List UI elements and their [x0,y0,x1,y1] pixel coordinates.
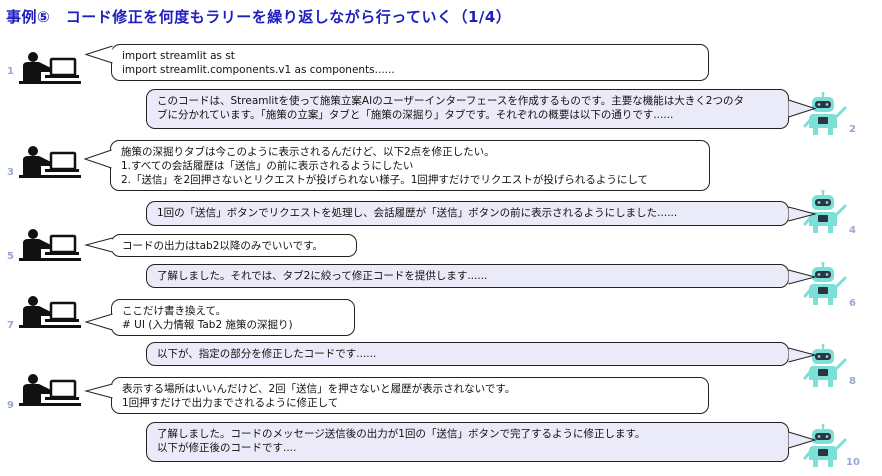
message-line: 以下が、指定の部分を修正したコードです...... [157,348,377,360]
ai-speech-bubble: 1回の「送信」ボタンでリクエストを処理し、会話履歴が「送信」ボタンの前に表示され… [146,201,789,226]
bubble-tail [83,149,112,169]
user-speech-bubble: 施策の深掘りタブは今このように表示されるんだけど、以下2点を修正したい。 1.す… [110,140,710,191]
message-line: 表示する場所はいいんだけど、2回「送信」を押さないと履歴が表示されないです。 [122,383,516,395]
person-at-laptop-icon [19,146,81,178]
message-line: import streamlit.components.v1 as compon… [122,64,395,76]
person-at-laptop-icon [19,229,81,261]
message-line: 了解しました。それでは、タブ2に絞って修正コードを提供します...... [157,270,488,282]
bubble-tail [84,237,113,253]
message-line: 1.すべての会話履歴は「送信」の前に表示されるようにしたい [121,160,414,172]
bubble-tail [788,431,817,449]
user-speech-bubble: コードの出力はtab2以降のみでいいです。 [111,234,357,257]
page-title: 事例⑤ コード修正を何度もラリーを繰り返しながら行っていく（1/4） [6,8,512,26]
message-number: 4 [849,225,856,236]
message-line: ここだけ書き換えて。 [122,305,227,317]
message-number: 10 [846,457,860,468]
message-number: 3 [7,167,14,178]
bubble-tail [84,313,113,331]
user-speech-bubble: ここだけ書き換えて。 # UI (入力情報 Tab2 施策の深掘り) [111,299,355,336]
message-line: 施策の深掘りタブは今このように表示されるんだけど、以下2点を修正したい。 [121,146,495,158]
user-speech-bubble: import streamlit as st import streamlit.c… [111,44,709,81]
person-at-laptop-icon [19,374,81,406]
ai-speech-bubble: このコードは、Streamlitを使って施策立案AIのユーザーインターフェースを… [146,89,789,129]
message-line: コードの出力はtab2以降のみでいいです。 [122,240,324,252]
message-line: import streamlit as st [122,50,235,62]
ai-speech-bubble: 了解しました。コードのメッセージ送信後の出力が1回の「送信」ボタンで完了するよう… [146,422,789,462]
message-number: 9 [7,400,14,411]
user-speech-bubble: 表示する場所はいいんだけど、2回「送信」を押さないと履歴が表示されないです。 1回… [111,377,709,414]
message-line: # UI (入力情報 Tab2 施策の深掘り) [122,319,293,331]
bubble-tail [788,347,817,363]
bubble-tail [788,99,817,118]
message-line: 1回押すだけで出力までされるように修正して [122,397,339,409]
message-line: 了解しました。コードのメッセージ送信後の出力が1回の「送信」ボタンで完了するよう… [157,428,646,440]
message-line: 以下が修正後のコードです.... [157,442,297,454]
message-number: 8 [849,376,856,387]
message-line: 2.「送信」を2回押さないとリクエストが投げられない様子。1回押すだけでリクエス… [121,174,649,186]
message-number: 1 [7,66,14,77]
person-at-laptop-icon [19,296,81,328]
message-number: 6 [849,298,856,309]
ai-speech-bubble: 了解しました。それでは、タブ2に絞って修正コードを提供します...... [146,264,789,288]
person-at-laptop-icon [19,52,81,84]
bubble-tail [788,269,817,285]
message-line: このコードは、Streamlitを使って施策立案AIのユーザーインターフェースを… [157,95,744,107]
bubble-tail [84,383,113,399]
bubble-tail [788,206,817,222]
message-number: 5 [7,251,14,262]
message-number: 7 [7,320,14,331]
ai-speech-bubble: 以下が、指定の部分を修正したコードです...... [146,342,789,366]
message-line: 1回の「送信」ボタンでリクエストを処理し、会話履歴が「送信」ボタンの前に表示され… [157,207,678,219]
message-line: ブに分かれています。「施策の立案」タブと「施策の深掘り」タブです。それぞれの概要… [157,109,674,121]
bubble-tail [84,45,113,64]
message-number: 2 [849,124,856,135]
